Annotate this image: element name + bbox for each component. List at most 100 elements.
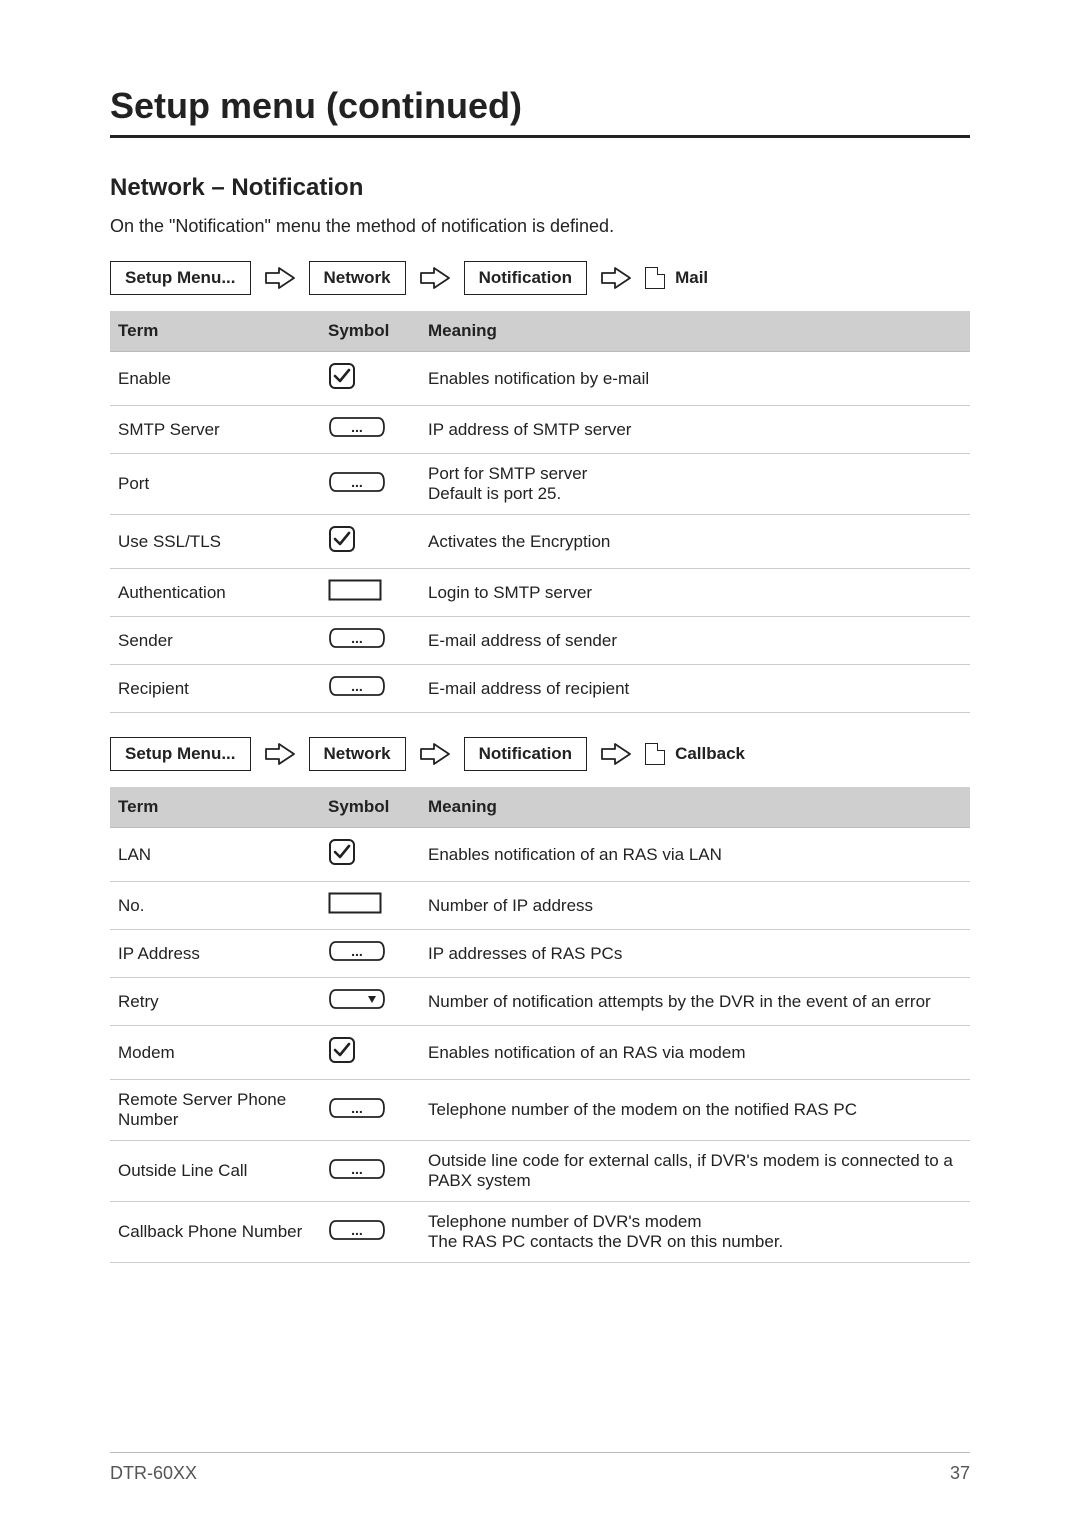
cell-term: IP Address [110, 930, 320, 978]
svg-text:...: ... [351, 1100, 363, 1116]
th-term: Term [110, 311, 320, 352]
textfield-icon: ... [328, 1219, 386, 1246]
page-icon [645, 267, 665, 289]
cell-symbol: ... [320, 1202, 420, 1263]
table-row: Sender... E-mail address of sender [110, 617, 970, 665]
breadcrumb-notification: Notification [464, 261, 588, 295]
cell-term: Sender [110, 617, 320, 665]
breadcrumb-callback: Setup Menu... Network Notification Callb… [110, 737, 970, 771]
table-row: IP Address... IP addresses of RAS PCs [110, 930, 970, 978]
intro-text: On the "Notification" menu the method of… [110, 216, 970, 237]
breadcrumb-setup: Setup Menu... [110, 261, 251, 295]
svg-text:...: ... [351, 630, 363, 646]
footer-model: DTR-60XX [110, 1463, 197, 1484]
page-footer: DTR-60XX 37 [110, 1452, 970, 1484]
cell-term: SMTP Server [110, 406, 320, 454]
table-callback: Term Symbol Meaning LAN Enables notificat… [110, 787, 970, 1263]
cell-symbol: ... [320, 1080, 420, 1141]
cell-term: Callback Phone Number [110, 1202, 320, 1263]
svg-text:...: ... [351, 419, 363, 435]
table-row: Outside Line Call... Outside line code fo… [110, 1141, 970, 1202]
table-row: Port... Port for SMTP serverDefault is po… [110, 454, 970, 515]
cell-term: Outside Line Call [110, 1141, 320, 1202]
table-row: EnableEnables notification by e-mail [110, 352, 970, 406]
breadcrumb-network: Network [309, 261, 406, 295]
arrow-icon [265, 743, 295, 765]
svg-text:...: ... [351, 474, 363, 490]
table-row: Callback Phone Number...Telephone number… [110, 1202, 970, 1263]
svg-text:...: ... [351, 943, 363, 959]
th-term: Term [110, 787, 320, 828]
cell-term: Recipient [110, 665, 320, 713]
cell-meaning: Outside line code for external calls, if… [420, 1141, 970, 1202]
cell-meaning: E-mail address of recipient [420, 665, 970, 713]
table-row: Use SSL/TLSActivates the Encryption [110, 515, 970, 569]
section-title: Network – Notification [110, 174, 970, 202]
cell-meaning: Activates the Encryption [420, 515, 970, 569]
cell-symbol [320, 828, 420, 882]
cell-symbol: ... [320, 665, 420, 713]
cell-term: Port [110, 454, 320, 515]
checkbox-icon [328, 525, 356, 558]
svg-text:...: ... [351, 678, 363, 694]
cell-term: Authentication [110, 569, 320, 617]
textfield-icon: ... [328, 416, 386, 443]
checkbox-icon [328, 362, 356, 395]
textfield-icon: ... [328, 940, 386, 967]
textfield-icon: ... [328, 1097, 386, 1124]
table-row: LAN Enables notification of an RAS via LA… [110, 828, 970, 882]
svg-text:...: ... [351, 1161, 363, 1177]
footer-page-number: 37 [950, 1463, 970, 1484]
cell-meaning: Enables notification of an RAS via LAN [420, 828, 970, 882]
th-meaning: Meaning [420, 787, 970, 828]
th-symbol: Symbol [320, 787, 420, 828]
table-row: RetryNumber of notification attempts by … [110, 978, 970, 1026]
cell-meaning: IP address of SMTP server [420, 406, 970, 454]
textfield-icon: ... [328, 627, 386, 654]
breadcrumb-notification: Notification [464, 737, 588, 771]
table-row: No. Number of IP address [110, 882, 970, 930]
cell-symbol [320, 882, 420, 930]
breadcrumb-mail: Setup Menu... Network Notification Mail [110, 261, 970, 295]
cell-meaning: E-mail address of sender [420, 617, 970, 665]
rect-icon [328, 579, 382, 606]
breadcrumb-setup: Setup Menu... [110, 737, 251, 771]
cell-term: Retry [110, 978, 320, 1026]
cell-symbol: ... [320, 930, 420, 978]
svg-text:...: ... [351, 1222, 363, 1238]
rect-icon [328, 892, 382, 919]
textfield-icon: ... [328, 471, 386, 498]
cell-symbol [320, 515, 420, 569]
cell-term: Modem [110, 1026, 320, 1080]
dropdown-icon [328, 988, 386, 1015]
page-title: Setup menu (continued) [110, 85, 970, 138]
cell-meaning: Number of IP address [420, 882, 970, 930]
cell-meaning: Enables notification of an RAS via modem [420, 1026, 970, 1080]
textfield-icon: ... [328, 675, 386, 702]
cell-term: LAN [110, 828, 320, 882]
cell-symbol: ... [320, 1141, 420, 1202]
cell-symbol: ... [320, 454, 420, 515]
checkbox-icon [328, 838, 356, 871]
cell-term: Remote Server Phone Number [110, 1080, 320, 1141]
cell-symbol: ... [320, 617, 420, 665]
table-row: Modem Enables notification of an RAS via … [110, 1026, 970, 1080]
cell-term: No. [110, 882, 320, 930]
page-icon [645, 743, 665, 765]
breadcrumb-leaf: Callback [675, 744, 745, 764]
cell-meaning: Login to SMTP server [420, 569, 970, 617]
cell-meaning: Enables notification by e-mail [420, 352, 970, 406]
table-mail: Term Symbol Meaning EnableEnables notifi… [110, 311, 970, 713]
cell-meaning: IP addresses of RAS PCs [420, 930, 970, 978]
cell-meaning: Port for SMTP serverDefault is port 25. [420, 454, 970, 515]
arrow-icon [420, 267, 450, 289]
breadcrumb-network: Network [309, 737, 406, 771]
cell-meaning: Telephone number of the modem on the not… [420, 1080, 970, 1141]
cell-symbol [320, 352, 420, 406]
checkbox-icon [328, 1036, 356, 1069]
table-row: SMTP Server... IP address of SMTP server [110, 406, 970, 454]
cell-symbol [320, 569, 420, 617]
arrow-icon [420, 743, 450, 765]
cell-symbol [320, 1026, 420, 1080]
arrow-icon [601, 743, 631, 765]
